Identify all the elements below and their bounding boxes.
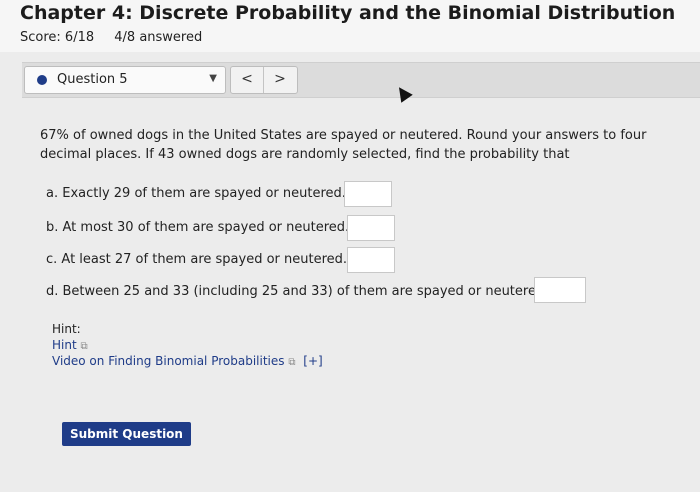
- prev-question-button[interactable]: <: [231, 67, 264, 93]
- submit-question-button[interactable]: Submit Question: [62, 422, 191, 446]
- expand-video-button[interactable]: [+]: [303, 354, 322, 368]
- external-link-icon: ⧉: [288, 357, 296, 368]
- external-link-icon: ⧉: [80, 341, 88, 352]
- part-b-input[interactable]: [347, 215, 395, 241]
- question-nav: < >: [230, 66, 298, 94]
- page-title: Chapter 4: Discrete Probability and the …: [20, 2, 676, 24]
- hint-link[interactable]: Hint ⧉: [52, 338, 88, 352]
- score-line: Score: 6/18 4/8 answered: [20, 30, 202, 45]
- part-c-input[interactable]: [347, 247, 395, 273]
- caret-down-icon: ▼: [209, 73, 217, 84]
- question-select-label: Question 5: [57, 72, 128, 87]
- status-dot-icon: [37, 75, 47, 85]
- video-link[interactable]: Video on Finding Binomial Probabilities …: [52, 354, 323, 368]
- question-select[interactable]: Question 5 ▼: [24, 66, 226, 94]
- video-link-text: Video on Finding Binomial Probabilities: [52, 354, 285, 368]
- part-c-label: c. At least 27 of them are spayed or neu…: [46, 252, 348, 267]
- part-d-label: d. Between 25 and 33 (including 25 and 3…: [46, 284, 549, 299]
- question-prompt: 67% of owned dogs in the United States a…: [40, 128, 647, 162]
- question-bar: Question 5 ▼ < >: [22, 62, 700, 98]
- score-text: Score: 6/18: [20, 30, 95, 45]
- part-d-input[interactable]: [534, 277, 586, 303]
- part-a-input[interactable]: [344, 181, 392, 207]
- header: Chapter 4: Discrete Probability and the …: [0, 0, 700, 52]
- answered-count: 4/8 answered: [114, 30, 203, 45]
- next-question-button[interactable]: >: [264, 67, 296, 93]
- hint-heading: Hint:: [52, 322, 81, 336]
- part-a-label: a. Exactly 29 of them are spayed or neut…: [46, 186, 346, 201]
- hint-link-text: Hint: [52, 338, 77, 352]
- part-b-label: b. At most 30 of them are spayed or neut…: [46, 220, 350, 235]
